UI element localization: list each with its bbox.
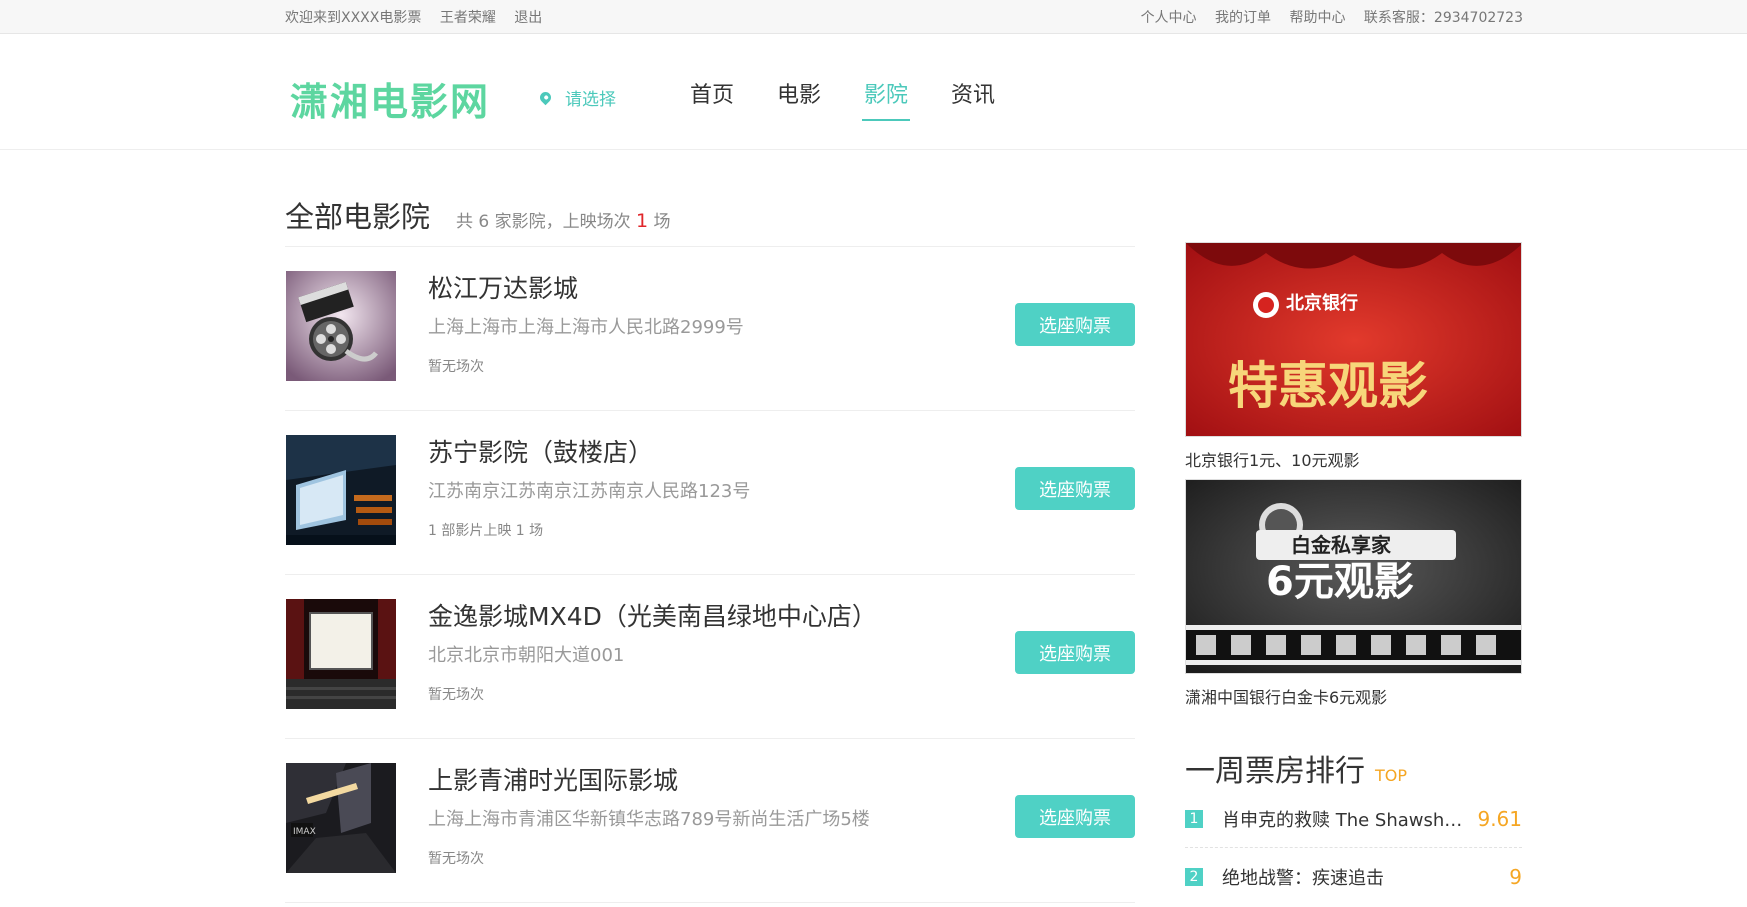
cinema-address: 上海上海市上海上海市人民北路2999号 — [428, 317, 744, 338]
svg-text:特惠观影: 特惠观影 — [1228, 356, 1428, 415]
svg-text:北京银行: 北京银行 — [1286, 292, 1358, 314]
site-logo[interactable]: 潇湘电影网 — [290, 71, 490, 126]
rank-number: 2 — [1185, 868, 1203, 886]
cinema-shows: 1 部影片上映 1 场 — [428, 523, 544, 539]
cinema-thumb-film-reel[interactable] — [286, 271, 396, 381]
username-link[interactable]: 王者荣耀 — [440, 10, 496, 26]
city-selector[interactable]: 请选择 — [537, 85, 616, 110]
ranking-list: 1 肖申克的救赎 The Shawshank... 9.61 2 绝地战警：疾速… — [1185, 790, 1522, 906]
cinema-name[interactable]: 金逸影城MX4D（光美南昌绿地中心店） — [428, 597, 877, 633]
promo-banner-platinum[interactable]: 白金私享家 6元观影 潇湘中国银行白金卡6元观影 — [1185, 479, 1522, 708]
nav-movies[interactable]: 电影 — [775, 77, 823, 121]
show-count: 1 — [636, 210, 649, 232]
rank-movie-name[interactable]: 绝地战警：疾速追击 — [1222, 864, 1503, 890]
svg-text:白金私享家: 白金私享家 — [1291, 533, 1392, 557]
cinema-address: 上海上海市青浦区华新镇华志路789号新尚生活广场5楼 — [428, 809, 870, 830]
cinema-shows: 暂无场次 — [428, 359, 484, 375]
city-label: 请选择 — [565, 90, 616, 110]
main-nav: 首页 电影 影院 资讯 — [688, 77, 1036, 121]
rank-number: 1 — [1185, 809, 1203, 828]
cinema-shows: 暂无场次 — [428, 851, 484, 867]
cinema-address: 江苏南京江苏南京江苏南京人民路123号 — [428, 481, 751, 502]
rank-score: 9 — [1509, 865, 1522, 889]
page-title: 全部电影院 — [285, 200, 431, 234]
welcome-text: 欢迎来到XXXX电影票 — [285, 10, 422, 26]
cinema-item: 金逸影城MX4D（光美南昌绿地中心店） 北京北京市朝阳大道001 暂无场次 选座… — [285, 575, 1135, 739]
cinema-thumb-imax[interactable]: IMAX — [286, 763, 396, 873]
nav-news[interactable]: 资讯 — [949, 77, 997, 121]
customer-service-text: 联系客服：2934702723 — [1363, 10, 1523, 26]
cinema-item: 苏宁影院（鼓楼店） 江苏南京江苏南京江苏南京人民路123号 1 部影片上映 1 … — [285, 411, 1135, 575]
cinema-thumb-hall[interactable] — [286, 435, 396, 545]
logout-link[interactable]: 退出 — [514, 10, 542, 26]
svg-text:6元观影: 6元观影 — [1266, 559, 1414, 605]
cinema-summary: 共 6 家影院，上映场次 1 场 — [456, 210, 671, 232]
ranking-item[interactable]: 1 肖申克的救赎 The Shawshank... 9.61 — [1185, 790, 1522, 848]
my-orders-link[interactable]: 我的订单 — [1215, 10, 1271, 26]
cinema-shows: 暂无场次 — [428, 687, 484, 703]
svg-text:IMAX: IMAX — [293, 827, 316, 837]
location-pin-icon — [537, 89, 554, 106]
cinema-name[interactable]: 苏宁影院（鼓楼店） — [428, 433, 653, 469]
promo-caption[interactable]: 北京银行1元、10元观影 — [1185, 447, 1522, 471]
nav-cinemas[interactable]: 影院 — [862, 77, 911, 121]
ranking-tag: TOP — [1375, 766, 1408, 785]
rank-movie-name[interactable]: 肖申克的救赎 The Shawshank... — [1222, 806, 1471, 832]
cinema-address: 北京北京市朝阳大道001 — [428, 645, 625, 666]
promo-image-bob[interactable]: 北京银行 特惠观影 — [1185, 242, 1522, 437]
personal-center-link[interactable]: 个人中心 — [1141, 10, 1197, 26]
site-header: 潇湘电影网 请选择 首页 电影 影院 资讯 — [0, 35, 1747, 150]
promo-image-platinum[interactable]: 白金私享家 6元观影 — [1185, 479, 1522, 674]
cinema-thumb-screen[interactable] — [286, 599, 396, 709]
section-header: 全部电影院 共 6 家影院，上映场次 1 场 — [285, 194, 1135, 247]
buy-ticket-button[interactable]: 选座购票 — [1015, 467, 1135, 510]
promo-caption[interactable]: 潇湘中国银行白金卡6元观影 — [1185, 684, 1522, 708]
ranking-item[interactable]: 2 绝地战警：疾速追击 9 — [1185, 848, 1522, 906]
cinema-item: IMAX 上影青浦时光国际影城 上海上海市青浦区华新镇华志路789号新尚生活广场… — [285, 739, 1135, 903]
sidebar: 北京银行 特惠观影 北京银行1元、10元观影 白金私享家 6元观影 潇湘中国银行… — [1185, 242, 1522, 906]
buy-ticket-button[interactable]: 选座购票 — [1015, 631, 1135, 674]
promo-banner-bob[interactable]: 北京银行 特惠观影 北京银行1元、10元观影 — [1185, 242, 1522, 471]
buy-ticket-button[interactable]: 选座购票 — [1015, 303, 1135, 346]
help-center-link[interactable]: 帮助中心 — [1289, 10, 1345, 26]
cinema-name[interactable]: 松江万达影城 — [428, 269, 578, 305]
box-office-ranking-header: 一周票房排行 TOP — [1185, 746, 1522, 790]
top-bar: 欢迎来到XXXX电影票 王者荣耀 退出 个人中心 我的订单 帮助中心 联系客服：… — [0, 0, 1747, 34]
nav-home[interactable]: 首页 — [688, 77, 736, 121]
rank-score: 9.61 — [1477, 806, 1522, 831]
cinema-item: 松江万达影城 上海上海市上海上海市人民北路2999号 暂无场次 选座购票 — [285, 247, 1135, 411]
buy-ticket-button[interactable]: 选座购票 — [1015, 795, 1135, 838]
ranking-title: 一周票房排行 — [1185, 754, 1365, 789]
cinema-name[interactable]: 上影青浦时光国际影城 — [428, 761, 678, 797]
